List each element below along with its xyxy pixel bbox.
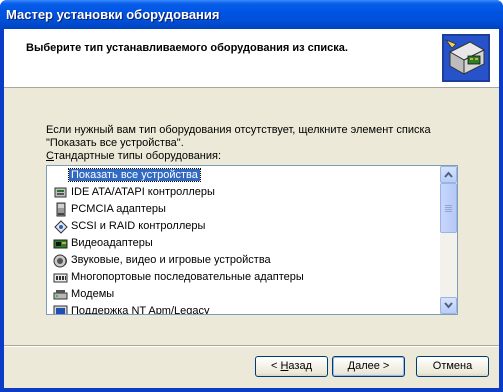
- scroll-up-button[interactable]: [440, 166, 457, 183]
- list-item-label: Поддержка NT Apm/Legacy: [71, 305, 210, 314]
- chevron-up-icon: [444, 171, 453, 178]
- title-bar[interactable]: Мастер установки оборудования: [0, 0, 503, 29]
- ide-controller-icon: [54, 187, 67, 198]
- list-item-label: Модемы: [71, 288, 115, 300]
- list-item[interactable]: Видеоадаптеры: [49, 235, 439, 252]
- multiport-icon: [53, 273, 68, 283]
- list-item[interactable]: Показать все устройства: [49, 167, 439, 184]
- vertical-scrollbar[interactable]: [440, 166, 457, 314]
- blank-icon: [53, 168, 68, 183]
- hardware-wizard-icon: [442, 34, 490, 82]
- list-item[interactable]: Модемы: [49, 286, 439, 303]
- next-accel: Д: [347, 360, 356, 372]
- list-item-label: PCMCIA адаптеры: [71, 203, 166, 215]
- back-button[interactable]: < Назад: [255, 356, 328, 377]
- list-item[interactable]: Многопортовые последовательные адаптеры: [49, 269, 439, 286]
- client-area: Выберите тип устанавливаемого оборудован…: [4, 29, 499, 388]
- list-item-label: Звуковые, видео и игровые устройства: [71, 254, 271, 266]
- list-item[interactable]: PCMCIA адаптеры: [49, 201, 439, 218]
- list-item-label: Показать все устройства: [68, 168, 201, 182]
- window-title: Мастер установки оборудования: [6, 7, 220, 22]
- caption-rest: тандартные типы оборудования:: [53, 150, 222, 162]
- cancel-button[interactable]: Отмена: [416, 356, 489, 377]
- list-item-label: SCSI и RAID контроллеры: [71, 220, 206, 232]
- list-item[interactable]: Звуковые, видео и игровые устройства: [49, 252, 439, 269]
- instruction-text: Если нужный вам тип оборудования отсутст…: [46, 124, 431, 149]
- nt-apm-icon: [53, 305, 68, 314]
- page-title: Выберите тип устанавливаемого оборудован…: [26, 42, 348, 54]
- wizard-header: Выберите тип устанавливаемого оборудован…: [4, 29, 499, 88]
- footer-separator: [4, 345, 499, 347]
- list-item[interactable]: Поддержка NT Apm/Legacy: [49, 303, 439, 314]
- caption-accel: С: [46, 150, 54, 162]
- hardware-type-list[interactable]: Показать все устройства IDE ATA/ATAPI кон…: [46, 165, 458, 315]
- scroll-down-button[interactable]: [440, 297, 457, 314]
- next-rest: алее >: [355, 360, 390, 372]
- modem-icon: [53, 290, 68, 300]
- wizard-window: Мастер установки оборудования Выберите т…: [0, 0, 503, 392]
- list-item-label: Многопортовые последовательные адаптеры: [71, 271, 304, 283]
- next-button[interactable]: Далее >: [332, 356, 405, 377]
- scroll-thumb[interactable]: [440, 183, 457, 233]
- list-items: Показать все устройства IDE ATA/ATAPI кон…: [47, 166, 440, 314]
- list-item-label: IDE ATA/ATAPI контроллеры: [71, 186, 215, 198]
- list-caption: Стандартные типы оборудования:: [46, 150, 221, 162]
- list-item[interactable]: SCSI и RAID контроллеры: [49, 218, 439, 235]
- back-rest: азад: [288, 360, 312, 372]
- sound-icon: [53, 254, 67, 268]
- scsi-icon: [54, 220, 68, 234]
- list-item[interactable]: IDE ATA/ATAPI контроллеры: [49, 184, 439, 201]
- display-adapter-icon: [53, 239, 68, 249]
- chevron-down-icon: [444, 302, 453, 309]
- list-item-label: Видеоадаптеры: [71, 237, 153, 249]
- pcmcia-icon: [56, 202, 66, 217]
